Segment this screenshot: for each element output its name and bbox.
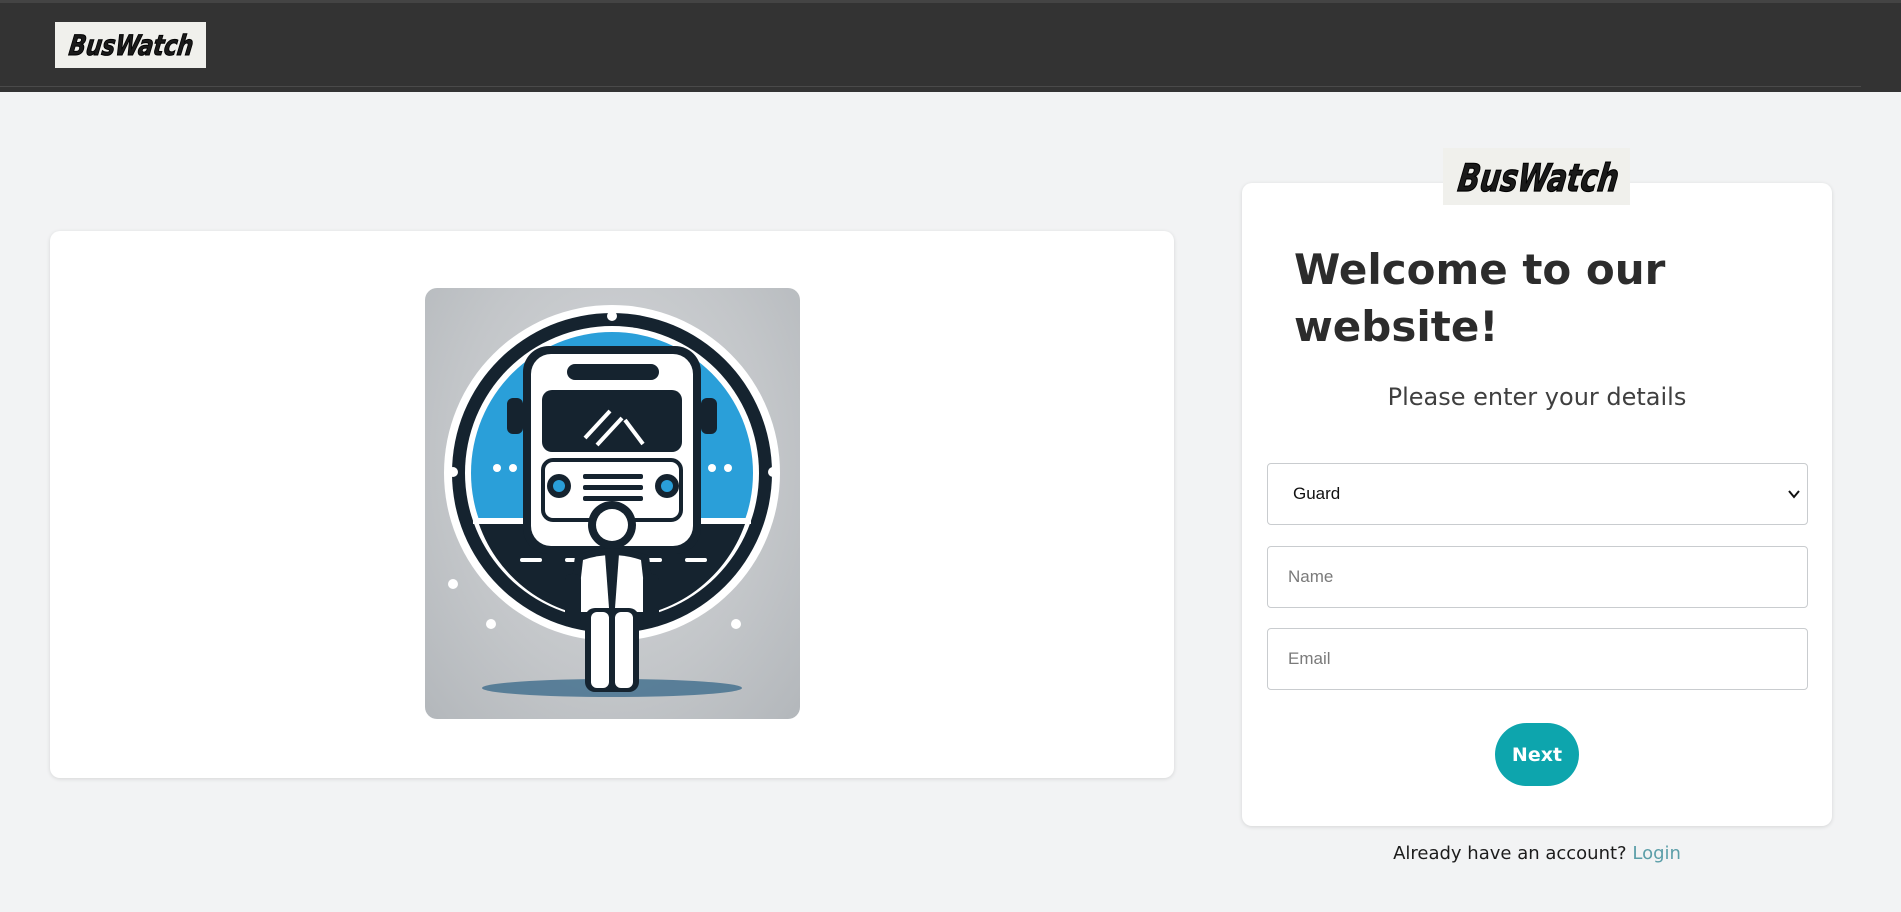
login-prompt: Already have an account? Login: [1242, 843, 1832, 864]
name-field[interactable]: [1267, 546, 1808, 608]
registration-card: Welcome to our website! Please enter you…: [1242, 183, 1832, 826]
bus-guard-illustration: [425, 288, 800, 719]
card-logo-text: BusWatch: [1455, 157, 1621, 200]
card-buswatch-logo: BusWatch: [1443, 148, 1630, 205]
buswatch-logo[interactable]: BusWatch: [55, 22, 206, 68]
role-select[interactable]: Guard: [1267, 463, 1808, 525]
top-navbar: BusWatch: [0, 0, 1901, 92]
welcome-heading: Welcome to our website!: [1294, 245, 1666, 351]
navbar-divider: [0, 86, 1861, 87]
login-link[interactable]: Login: [1632, 843, 1681, 864]
email-field[interactable]: [1267, 628, 1808, 690]
login-prompt-text: Already have an account?: [1393, 843, 1627, 864]
email-input[interactable]: [1288, 649, 1787, 669]
logo-text: BusWatch: [67, 29, 196, 62]
details-subtitle: Please enter your details: [1387, 383, 1687, 411]
next-button[interactable]: Next: [1495, 723, 1579, 786]
hero-card: [50, 231, 1174, 778]
name-input[interactable]: [1288, 567, 1787, 587]
role-select-value: Guard: [1293, 484, 1341, 503]
chevron-down-icon: [1787, 487, 1801, 501]
